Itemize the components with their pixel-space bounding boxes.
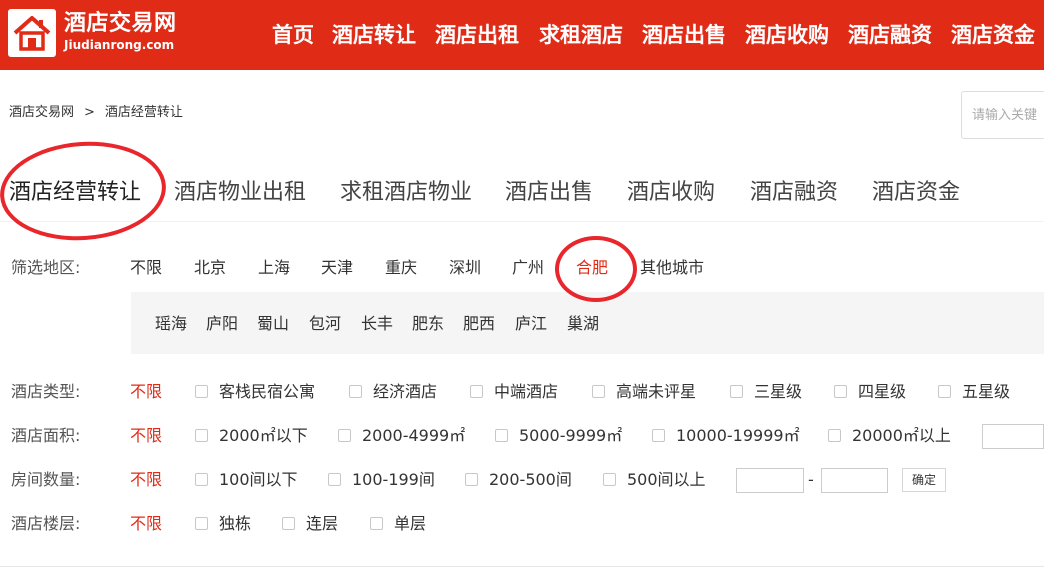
house-logo-icon (13, 16, 51, 51)
subregion-lujiang[interactable]: 庐江 (515, 313, 547, 335)
tab-seek-property[interactable]: 求租酒店物业 (340, 177, 472, 209)
region-chongqing[interactable]: 重庆 (385, 257, 417, 279)
nav-hotel-funds[interactable]: 酒店资金 (951, 20, 1035, 50)
checkbox[interactable] (828, 429, 841, 442)
rooms-max-input[interactable] (821, 468, 888, 493)
nav-hotel-rent[interactable]: 酒店出租 (435, 20, 519, 50)
floors-label: 酒店楼层: (11, 514, 81, 533)
hotel-type-unlimited[interactable]: 不限 (130, 381, 162, 403)
tab-hotel-finance[interactable]: 酒店融资 (750, 177, 838, 209)
subregion-chaohu[interactable]: 巢湖 (567, 313, 599, 335)
subregion-changfeng[interactable]: 长丰 (361, 313, 393, 335)
tab-business-transfer[interactable]: 酒店经营转让 (9, 177, 141, 209)
checkbox[interactable] (603, 473, 616, 486)
breadcrumb-separator: > (84, 105, 95, 120)
hotel-type-label: 酒店类型: (11, 382, 81, 401)
subregion-yaohai[interactable]: 瑶海 (155, 313, 187, 335)
subregion-baohe[interactable]: 包河 (309, 313, 341, 335)
checkbox[interactable] (470, 385, 483, 398)
search-input[interactable] (961, 91, 1044, 139)
checkbox[interactable] (338, 429, 351, 442)
checkbox[interactable] (370, 517, 383, 530)
checkbox[interactable] (282, 517, 295, 530)
nav-hotel-acquire[interactable]: 酒店收购 (745, 20, 829, 50)
checkbox[interactable] (592, 385, 605, 398)
checkbox[interactable] (328, 473, 341, 486)
filter-bottom-divider (0, 566, 1044, 567)
region-filter-label: 筛选地区: (11, 258, 81, 277)
room-count-unlimited[interactable]: 不限 (130, 469, 162, 491)
region-shenzhen[interactable]: 深圳 (449, 257, 481, 279)
region-guangzhou[interactable]: 广州 (512, 257, 544, 279)
brand-name[interactable]: 酒店交易网 (64, 11, 177, 37)
checkbox[interactable] (730, 385, 743, 398)
nav-hotel-transfer[interactable]: 酒店转让 (332, 20, 416, 50)
checkbox[interactable] (652, 429, 665, 442)
checkbox[interactable] (938, 385, 951, 398)
nav-home[interactable]: 首页 (272, 20, 314, 50)
area-min-input[interactable] (982, 424, 1044, 449)
tab-hotel-acquire[interactable]: 酒店收购 (627, 177, 715, 209)
region-other-cities[interactable]: 其他城市 (640, 257, 704, 279)
breadcrumb-current: 酒店经营转让 (104, 105, 183, 120)
checkbox[interactable] (349, 385, 362, 398)
room-count-label: 房间数量: (11, 470, 81, 489)
checkbox[interactable] (834, 385, 847, 398)
checkbox[interactable] (195, 517, 208, 530)
rooms-confirm-button[interactable]: 确定 (902, 468, 946, 492)
site-header: 酒店交易网 Jiudianrong.com 首页 酒店转让 酒店出租 求租酒店 … (0, 0, 1044, 70)
region-hefei[interactable]: 合肥 (576, 257, 608, 279)
checkbox[interactable] (495, 429, 508, 442)
nav-hotel-sale[interactable]: 酒店出售 (642, 20, 726, 50)
nav-hotel-finance[interactable]: 酒店融资 (848, 20, 932, 50)
logo[interactable] (8, 9, 56, 57)
tab-hotel-sale[interactable]: 酒店出售 (505, 177, 593, 209)
region-unlimited[interactable]: 不限 (130, 257, 162, 279)
tabs-divider (0, 221, 1044, 222)
category-tabs: 酒店经营转让 酒店物业出租 求租酒店物业 酒店出售 酒店收购 酒店融资 酒店资金 (0, 177, 1044, 209)
subregion-luyang[interactable]: 庐阳 (206, 313, 238, 335)
brand-domain: Jiudianrong.com (64, 38, 175, 52)
floors-unlimited[interactable]: 不限 (130, 513, 162, 535)
checkbox[interactable] (195, 473, 208, 486)
subregion-shushan[interactable]: 蜀山 (257, 313, 289, 335)
checkbox[interactable] (465, 473, 478, 486)
subregion-feixi[interactable]: 肥西 (463, 313, 495, 335)
region-beijing[interactable]: 北京 (194, 257, 226, 279)
checkbox[interactable] (195, 429, 208, 442)
range-separator: - (808, 470, 814, 489)
rooms-min-input[interactable] (736, 468, 804, 493)
nav-seek-hotel[interactable]: 求租酒店 (539, 20, 623, 50)
subregion-feidong[interactable]: 肥东 (412, 313, 444, 335)
checkbox[interactable] (195, 385, 208, 398)
hotel-area-unlimited[interactable]: 不限 (130, 425, 162, 447)
breadcrumb-home[interactable]: 酒店交易网 (9, 105, 74, 120)
tab-hotel-funds[interactable]: 酒店资金 (872, 177, 960, 209)
region-shanghai[interactable]: 上海 (258, 257, 290, 279)
hotel-area-label: 酒店面积: (11, 426, 81, 445)
breadcrumb: 酒店交易网 > 酒店经营转让 (9, 104, 193, 122)
region-tianjin[interactable]: 天津 (321, 257, 353, 279)
tab-property-rent[interactable]: 酒店物业出租 (174, 177, 306, 209)
